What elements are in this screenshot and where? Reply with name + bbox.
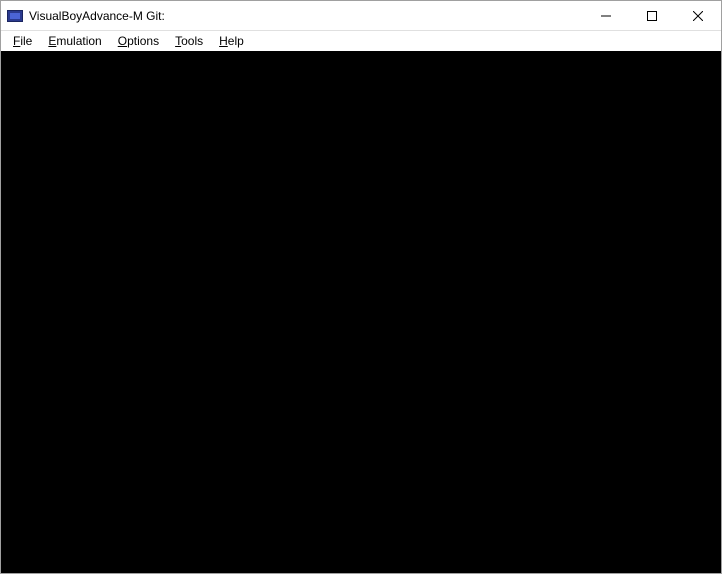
window-title: VisualBoyAdvance-M Git:	[29, 9, 165, 23]
menu-tools-rest: ools	[181, 34, 203, 48]
minimize-button[interactable]	[583, 1, 629, 30]
menubar: File Emulation Options Tools Help	[1, 31, 721, 51]
menu-options-rest: ptions	[127, 34, 159, 48]
app-window: VisualBoyAdvance-M Git: File Emulation O…	[0, 0, 722, 574]
menu-file-rest: ile	[20, 34, 32, 48]
titlebar[interactable]: VisualBoyAdvance-M Git:	[1, 1, 721, 31]
minimize-icon	[601, 11, 611, 21]
titlebar-left: VisualBoyAdvance-M Git:	[7, 9, 165, 23]
maximize-icon	[647, 11, 657, 21]
menu-help-rest: elp	[228, 34, 244, 48]
close-button[interactable]	[675, 1, 721, 30]
menu-emulation[interactable]: Emulation	[40, 32, 109, 50]
app-icon	[7, 10, 23, 22]
menu-emulation-rest: mulation	[56, 34, 101, 48]
emulator-viewport[interactable]	[1, 51, 721, 573]
menu-options[interactable]: Options	[110, 32, 167, 50]
close-icon	[693, 11, 703, 21]
menu-tools[interactable]: Tools	[167, 32, 211, 50]
window-controls	[583, 1, 721, 30]
menu-file[interactable]: File	[5, 32, 40, 50]
maximize-button[interactable]	[629, 1, 675, 30]
menu-help[interactable]: Help	[211, 32, 252, 50]
